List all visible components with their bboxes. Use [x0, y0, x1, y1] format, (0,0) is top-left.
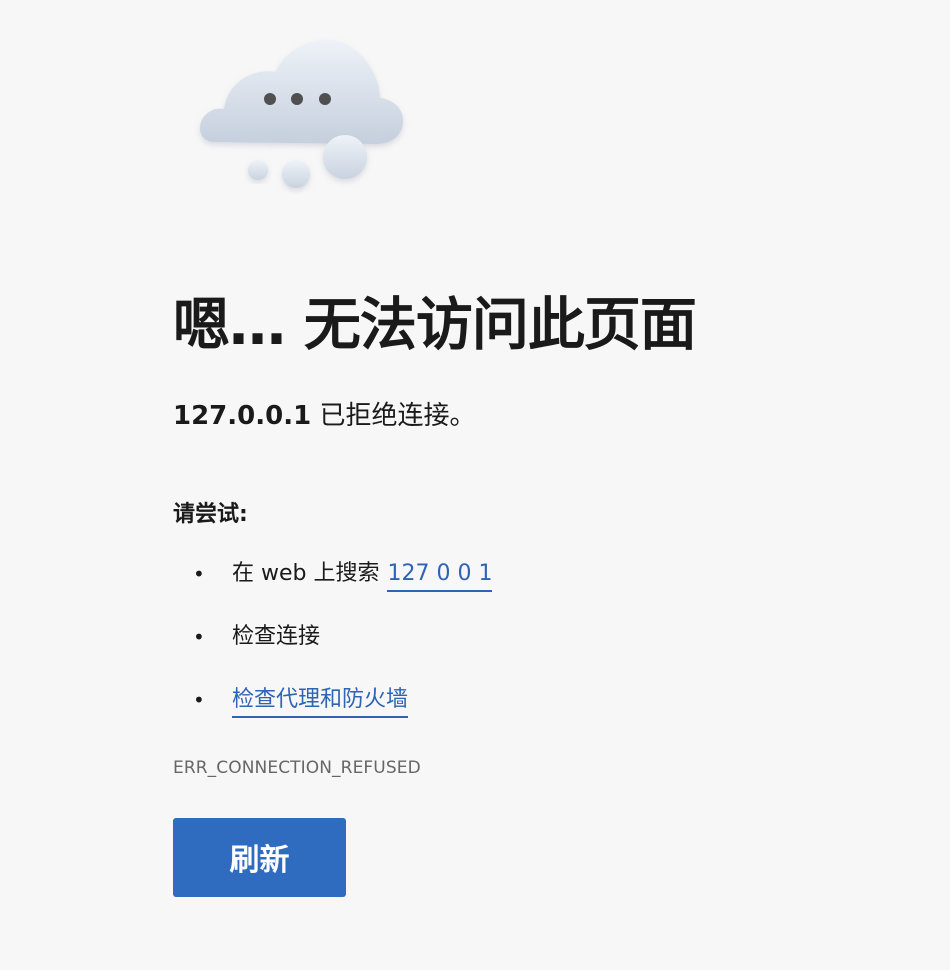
check-connection-text: 检查连接: [232, 623, 321, 649]
refresh-button[interactable]: 刷新: [173, 817, 346, 897]
suggestions-list: • 在 web 上搜索 127 0 0 1 • 检查连接 • 检查代理和防火墙: [173, 559, 873, 748]
error-code: ERR_CONNECTION_REFUSED: [173, 757, 421, 778]
host-address: 127.0.0.1: [173, 401, 312, 432]
refused-text: 已拒绝连接。: [311, 401, 476, 432]
page-title: 嗯… 无法访问此页面: [173, 292, 697, 358]
cloud-with-dots-icon: [200, 39, 403, 188]
bullet: •: [193, 561, 205, 586]
suggestion-search: • 在 web 上搜索 127 0 0 1: [173, 559, 873, 622]
try-heading: 请尝试:: [173, 502, 248, 528]
error-content: 嗯… 无法访问此页面 127.0.0.1 已拒绝连接。 请尝试: • 在 web…: [173, 292, 873, 897]
suggestion-check-connection: • 检查连接: [173, 622, 873, 685]
error-page: 嗯… 无法访问此页面 127.0.0.1 已拒绝连接。 请尝试: • 在 web…: [0, 0, 950, 970]
check-proxy-firewall-link[interactable]: 检查代理和防火墙: [232, 685, 409, 718]
search-host-link[interactable]: 127 0 0 1: [387, 559, 493, 592]
connection-refused-message: 127.0.0.1 已拒绝连接。: [173, 401, 873, 432]
search-prefix: 在 web 上搜索: [232, 560, 380, 586]
bullet: •: [193, 687, 205, 712]
suggestion-proxy-firewall: • 检查代理和防火墙: [173, 685, 873, 748]
bullet: •: [193, 624, 205, 649]
